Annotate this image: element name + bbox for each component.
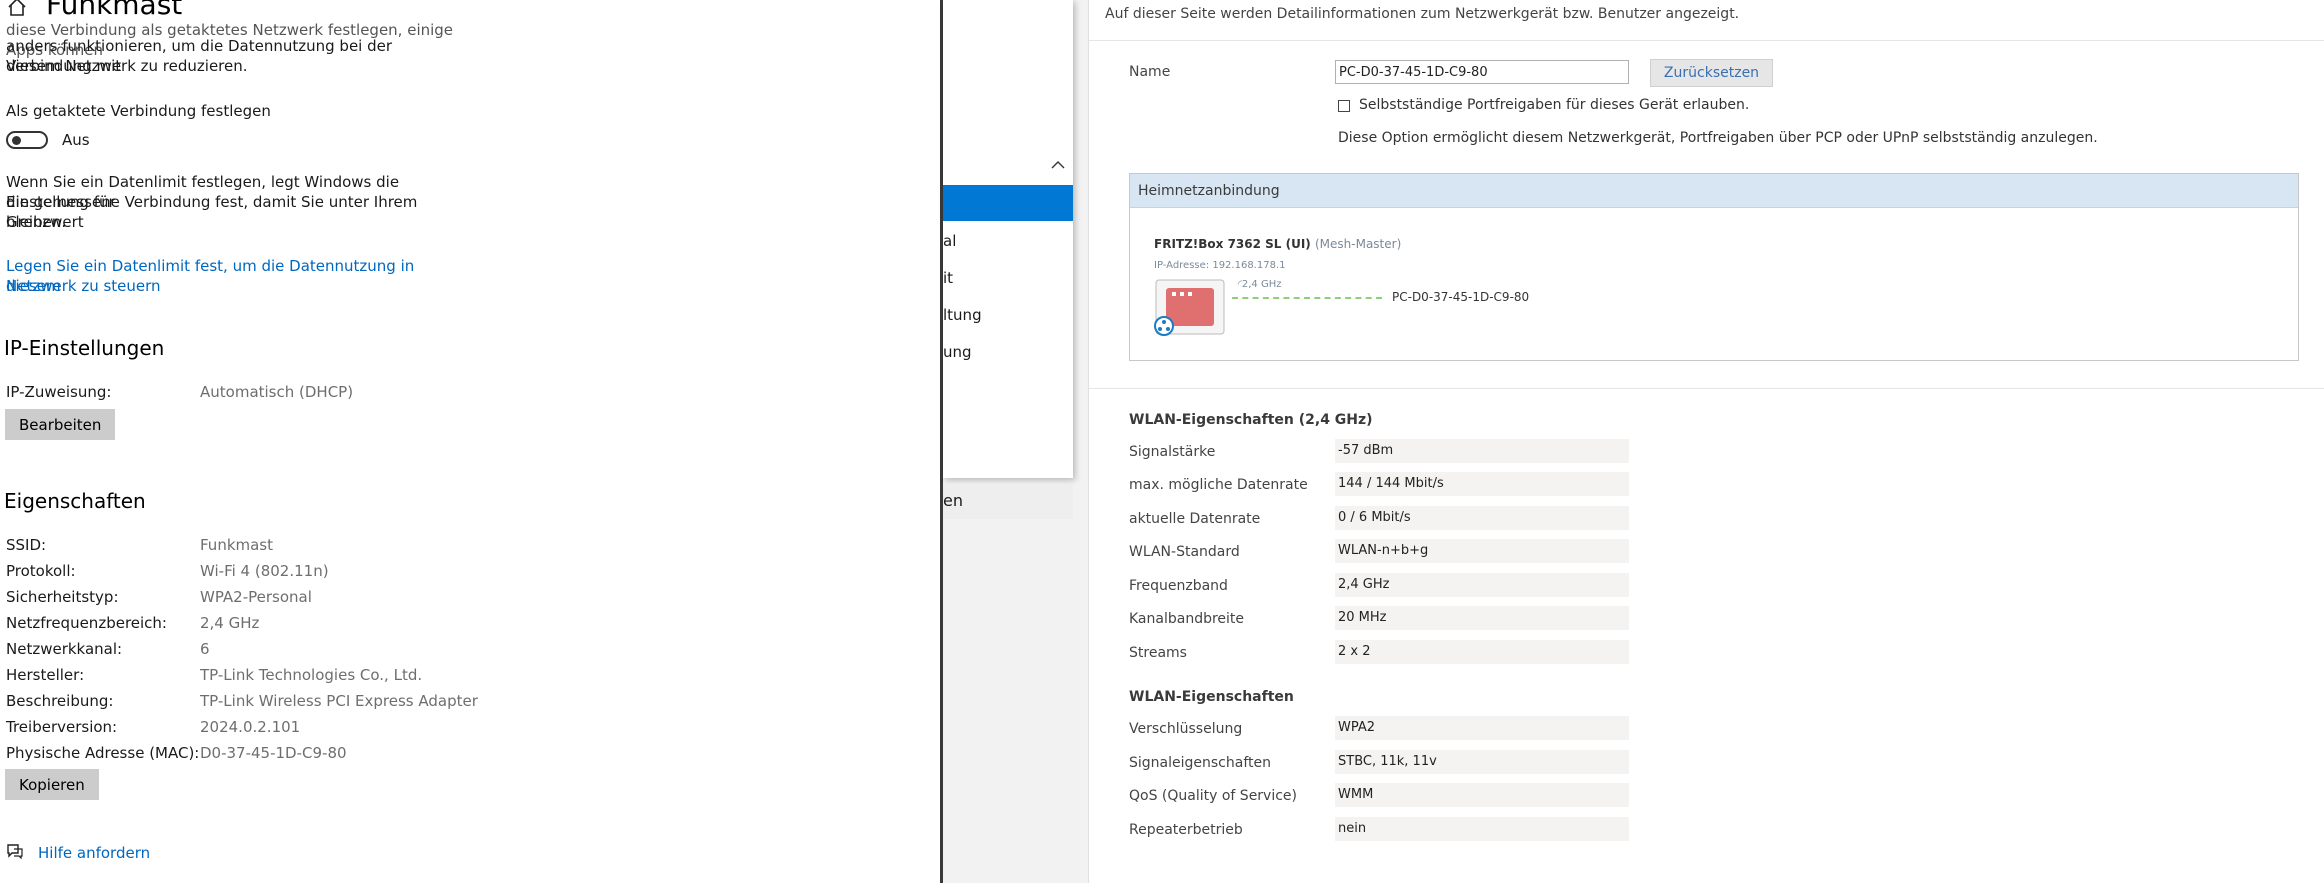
router-icon[interactable] [1154,278,1226,338]
portfreigabe-label: Selbstständige Portfreigaben für dieses … [1359,97,1750,113]
menu-item[interactable]: ung [943,343,972,361]
ip-assign-value: Automatisch (DHCP) [200,383,354,401]
wlan2-prop-label: QoS (Quality of Service) [1129,788,1298,804]
prop-value: WPA2-Personal [200,588,312,606]
page-intro: Auf dieser Seite werden Detailinformatio… [1105,6,1740,22]
metered-toggle-state: Aus [62,131,90,149]
link-band: ◜2,4 GHz [1238,279,1282,290]
wlan-prop-value: 2 x 2 [1335,640,1629,664]
data-limit-link-2[interactable]: Netzwerk zu steuern [6,276,446,296]
wlan2-prop-label: Signaleigenschaften [1129,755,1271,771]
wlan2-prop-value: STBC, 11k, 11v [1335,750,1629,774]
prop-label: Hersteller: [6,666,85,684]
menu-item[interactable]: it [943,269,953,287]
menu-footer[interactable]: en [943,485,1073,519]
wlan-section-title: WLAN-Eigenschaften (2,4 GHz) [1129,412,1373,428]
prop-value: Funkmast [200,536,274,554]
wifi-link-line [1232,297,1382,301]
wlan-prop-value: -57 dBm [1335,439,1629,463]
name-input[interactable]: PC-D0-37-45-1D-C9-80 [1335,60,1629,84]
chevron-up-icon[interactable] [1051,160,1065,170]
background-window: al it ltung ung en [940,0,1088,883]
router-name: FRITZ!Box 7362 SL (UI) (Mesh-Master) [1154,237,1402,251]
portfreigabe-checkbox[interactable] [1338,100,1350,112]
prop-label: Netzfrequenzbereich: [6,614,167,632]
page-title: Funkmast [46,0,183,21]
fritzbox-page: Auf dieser Seite werden Detailinformatio… [1088,0,2324,883]
settings-window: Funkmast diese Verbindung als getaktetes… [0,0,940,883]
metered-label: Als getaktete Verbindung festlegen [6,102,271,120]
edit-button[interactable]: Bearbeiten [5,409,116,440]
prop-label: Netzwerkkanal: [6,640,123,658]
prop-label: Beschreibung: [6,692,114,710]
wlan-prop-value: 0 / 6 Mbit/s [1335,506,1629,530]
prop-value: 2024.0.2.101 [200,718,301,736]
properties-heading: Eigenschaften [4,489,146,513]
client-name: PC-D0-37-45-1D-C9-80 [1392,290,1530,304]
wlan-prop-value: WLAN-n+b+g [1335,539,1629,563]
menu-footer-label: en [943,491,963,510]
wlan-prop-value: 2,4 GHz [1335,573,1629,597]
wlan2-section-title: WLAN-Eigenschaften [1129,689,1294,705]
wlan2-prop-label: Verschlüsselung [1129,721,1243,737]
menu-item-selected[interactable] [943,185,1073,221]
prop-label: Protokoll: [6,562,76,580]
divider [1089,40,2324,41]
divider [1089,388,2324,389]
prop-value: Wi-Fi 4 (802.11n) [200,562,329,580]
help-chat-icon [7,844,23,859]
ip-assign-label: IP-Zuweisung: [6,383,112,401]
help-link[interactable]: Hilfe anfordern [38,844,150,862]
home-icon[interactable] [6,0,28,18]
wlan-prop-value: 20 MHz [1335,606,1629,630]
router-ip: IP-Adresse: 192.168.178.1 [1154,260,1286,271]
prop-label: Treiberversion: [6,718,118,736]
wlan2-prop-value: nein [1335,817,1629,841]
prop-value: 6 [200,640,210,658]
prop-value: TP-Link Wireless PCI Express Adapter [200,692,478,710]
wlan-prop-label: Signalstärke [1129,444,1216,460]
heimnetz-header: Heimnetzanbindung [1130,174,2298,208]
intro-line-3: diesem Netzwerk zu reduzieren. [6,57,248,75]
copy-button[interactable]: Kopieren [5,769,99,800]
ip-settings-heading: IP-Einstellungen [4,336,165,360]
prop-value: 2,4 GHz [200,614,260,632]
prop-value: D0-37-45-1D-C9-80 [200,744,347,762]
wlan-prop-value: 144 / 144 Mbit/s [1335,472,1629,496]
name-label: Name [1129,64,1171,80]
menu-item[interactable]: ltung [943,306,982,324]
prop-label: SSID: [6,536,47,554]
wlan-prop-label: aktuelle Datenrate [1129,511,1261,527]
wlan-prop-label: Kanalbandbreite [1129,611,1245,627]
heimnetz-title: Heimnetzanbindung [1138,183,1280,199]
wlan2-prop-value: WMM [1335,783,1629,807]
menu-item[interactable]: al [943,232,956,250]
wlan-prop-label: Frequenzband [1129,578,1228,594]
prop-label: Physische Adresse (MAC): [6,744,200,762]
data-limit-line-3: bleiben. [6,213,67,231]
wlan2-prop-label: Repeaterbetrieb [1129,822,1243,838]
portfreigabe-note: Diese Option ermöglicht diesem Netzwerkg… [1338,130,2098,146]
reset-button[interactable]: Zurücksetzen [1650,59,1773,87]
wlan-prop-label: WLAN-Standard [1129,544,1240,560]
wlan-prop-label: Streams [1129,645,1187,661]
prop-value: TP-Link Technologies Co., Ltd. [200,666,423,684]
wlan2-prop-value: WPA2 [1335,716,1629,740]
metered-toggle[interactable] [6,131,48,149]
menu-panel: al it ltung ung [943,0,1073,478]
router-role: (Mesh-Master) [1314,237,1402,251]
wlan-prop-label: max. mögliche Datenrate [1129,477,1308,493]
heimnetz-panel: Heimnetzanbindung FRITZ!Box 7362 SL (UI)… [1129,173,2299,361]
prop-label: Sicherheitstyp: [6,588,119,606]
